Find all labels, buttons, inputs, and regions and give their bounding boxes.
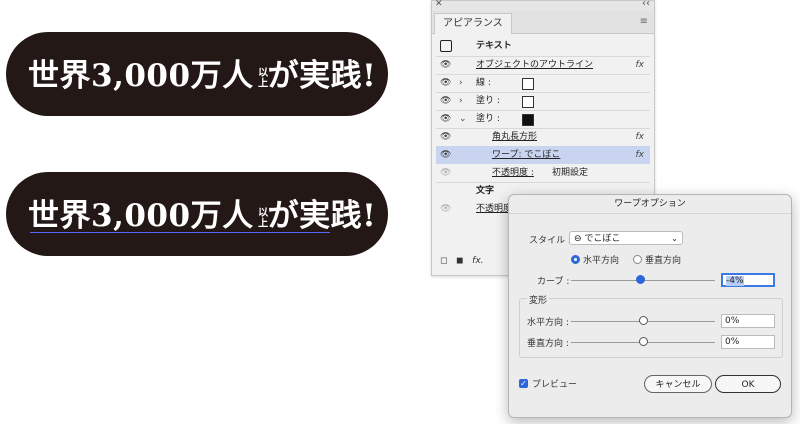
chevron-down-icon[interactable]: ⌄: [459, 110, 467, 128]
dialog-title: ワープオプション: [509, 195, 791, 214]
chevron-right-icon[interactable]: ›: [459, 92, 463, 110]
row-fill-2[interactable]: 👁 ⌄ 塗り :: [436, 110, 650, 128]
fx-menu-icon[interactable]: fx.: [472, 256, 483, 266]
appearance-header-row[interactable]: テキスト: [436, 37, 650, 55]
preview-label: プレビュー: [532, 380, 578, 390]
style-label: スタイル :: [529, 236, 571, 246]
distort-group: [519, 298, 783, 358]
fill-swatch-white[interactable]: [522, 96, 534, 108]
distort-v-label: 垂直方向 :: [527, 339, 569, 349]
headline-text: 世界3,000万人 以上が実践!: [28, 58, 377, 94]
panel-menu-icon[interactable]: ≡: [640, 16, 648, 27]
eye-icon[interactable]: 👁: [440, 146, 451, 164]
text-object-icon: [440, 40, 452, 52]
panel-titlebar: ✕ ‹‹: [432, 0, 654, 11]
panel-footer: ◻ ◼ fx.: [440, 256, 484, 266]
panel-tab-row: アピアランス ≡: [432, 11, 654, 34]
new-layer-icon[interactable]: ◻: [440, 256, 447, 266]
row-fill-1[interactable]: 👁 › 塗り :: [436, 92, 650, 110]
row-outline-object[interactable]: 👁 オブジェクトのアウトライン fx: [436, 56, 650, 74]
chevron-right-icon[interactable]: ›: [459, 74, 463, 92]
eye-icon[interactable]: 👁: [440, 128, 451, 146]
eye-icon[interactable]: 👁: [440, 74, 451, 92]
artwork-headline-original: 世界3,000万人 以上が実践!: [6, 32, 388, 116]
eye-icon[interactable]: 👁: [440, 200, 451, 218]
chevron-down-icon: ⌄: [671, 234, 678, 243]
stroke-swatch[interactable]: [522, 78, 534, 90]
cancel-button[interactable]: キャンセル: [644, 375, 712, 393]
eye-icon[interactable]: 👁: [440, 92, 451, 110]
radio-horizontal[interactable]: [571, 255, 580, 264]
headline-text-selected: 世界3,000万人 以上が実践!: [28, 198, 377, 234]
distort-h-label: 水平方向 :: [527, 318, 569, 328]
distort-v-slider-knob[interactable]: [639, 337, 648, 346]
selection-baseline: [30, 232, 330, 233]
distort-v-field[interactable]: 0%: [721, 335, 775, 349]
distort-h-field[interactable]: 0%: [721, 314, 775, 328]
row-warp-bulge[interactable]: 👁 ワープ: でこぼこ fx: [436, 146, 650, 164]
ok-button[interactable]: OK: [715, 375, 781, 393]
add-fill-icon[interactable]: ◼: [456, 256, 463, 266]
curve-slider-knob[interactable]: [636, 275, 645, 284]
fill-swatch-black[interactable]: [522, 114, 534, 126]
eye-icon[interactable]: 👁: [440, 56, 451, 74]
curve-value-field[interactable]: -4%: [721, 273, 775, 287]
style-select[interactable]: ⊖ でこぼこ ⌄: [569, 231, 683, 245]
collapse-icon[interactable]: ‹‹: [642, 0, 650, 9]
close-icon[interactable]: ✕: [435, 0, 443, 9]
preview-checkbox[interactable]: ✓: [519, 379, 528, 388]
curve-label: カーブ :: [537, 277, 570, 287]
eye-icon[interactable]: 👁: [440, 110, 451, 128]
distort-h-slider-knob[interactable]: [639, 316, 648, 325]
warp-options-dialog: ワープオプション スタイル : ⊖ でこぼこ ⌄ 水平方向 垂直方向 カーブ :…: [508, 194, 792, 418]
row-rounded-rect[interactable]: 👁 角丸長方形 fx: [436, 128, 650, 146]
distort-group-label: 変形: [527, 293, 550, 306]
radio-vertical[interactable]: [633, 255, 642, 264]
artwork-headline-warped[interactable]: 世界3,000万人 以上が実践!: [6, 172, 388, 256]
row-opacity[interactable]: 👁 不透明度 : 初期設定: [436, 164, 650, 182]
tab-appearance[interactable]: アピアランス: [434, 13, 512, 34]
eye-icon[interactable]: 👁: [440, 164, 451, 182]
row-stroke[interactable]: 👁 › 線 :: [436, 74, 650, 92]
